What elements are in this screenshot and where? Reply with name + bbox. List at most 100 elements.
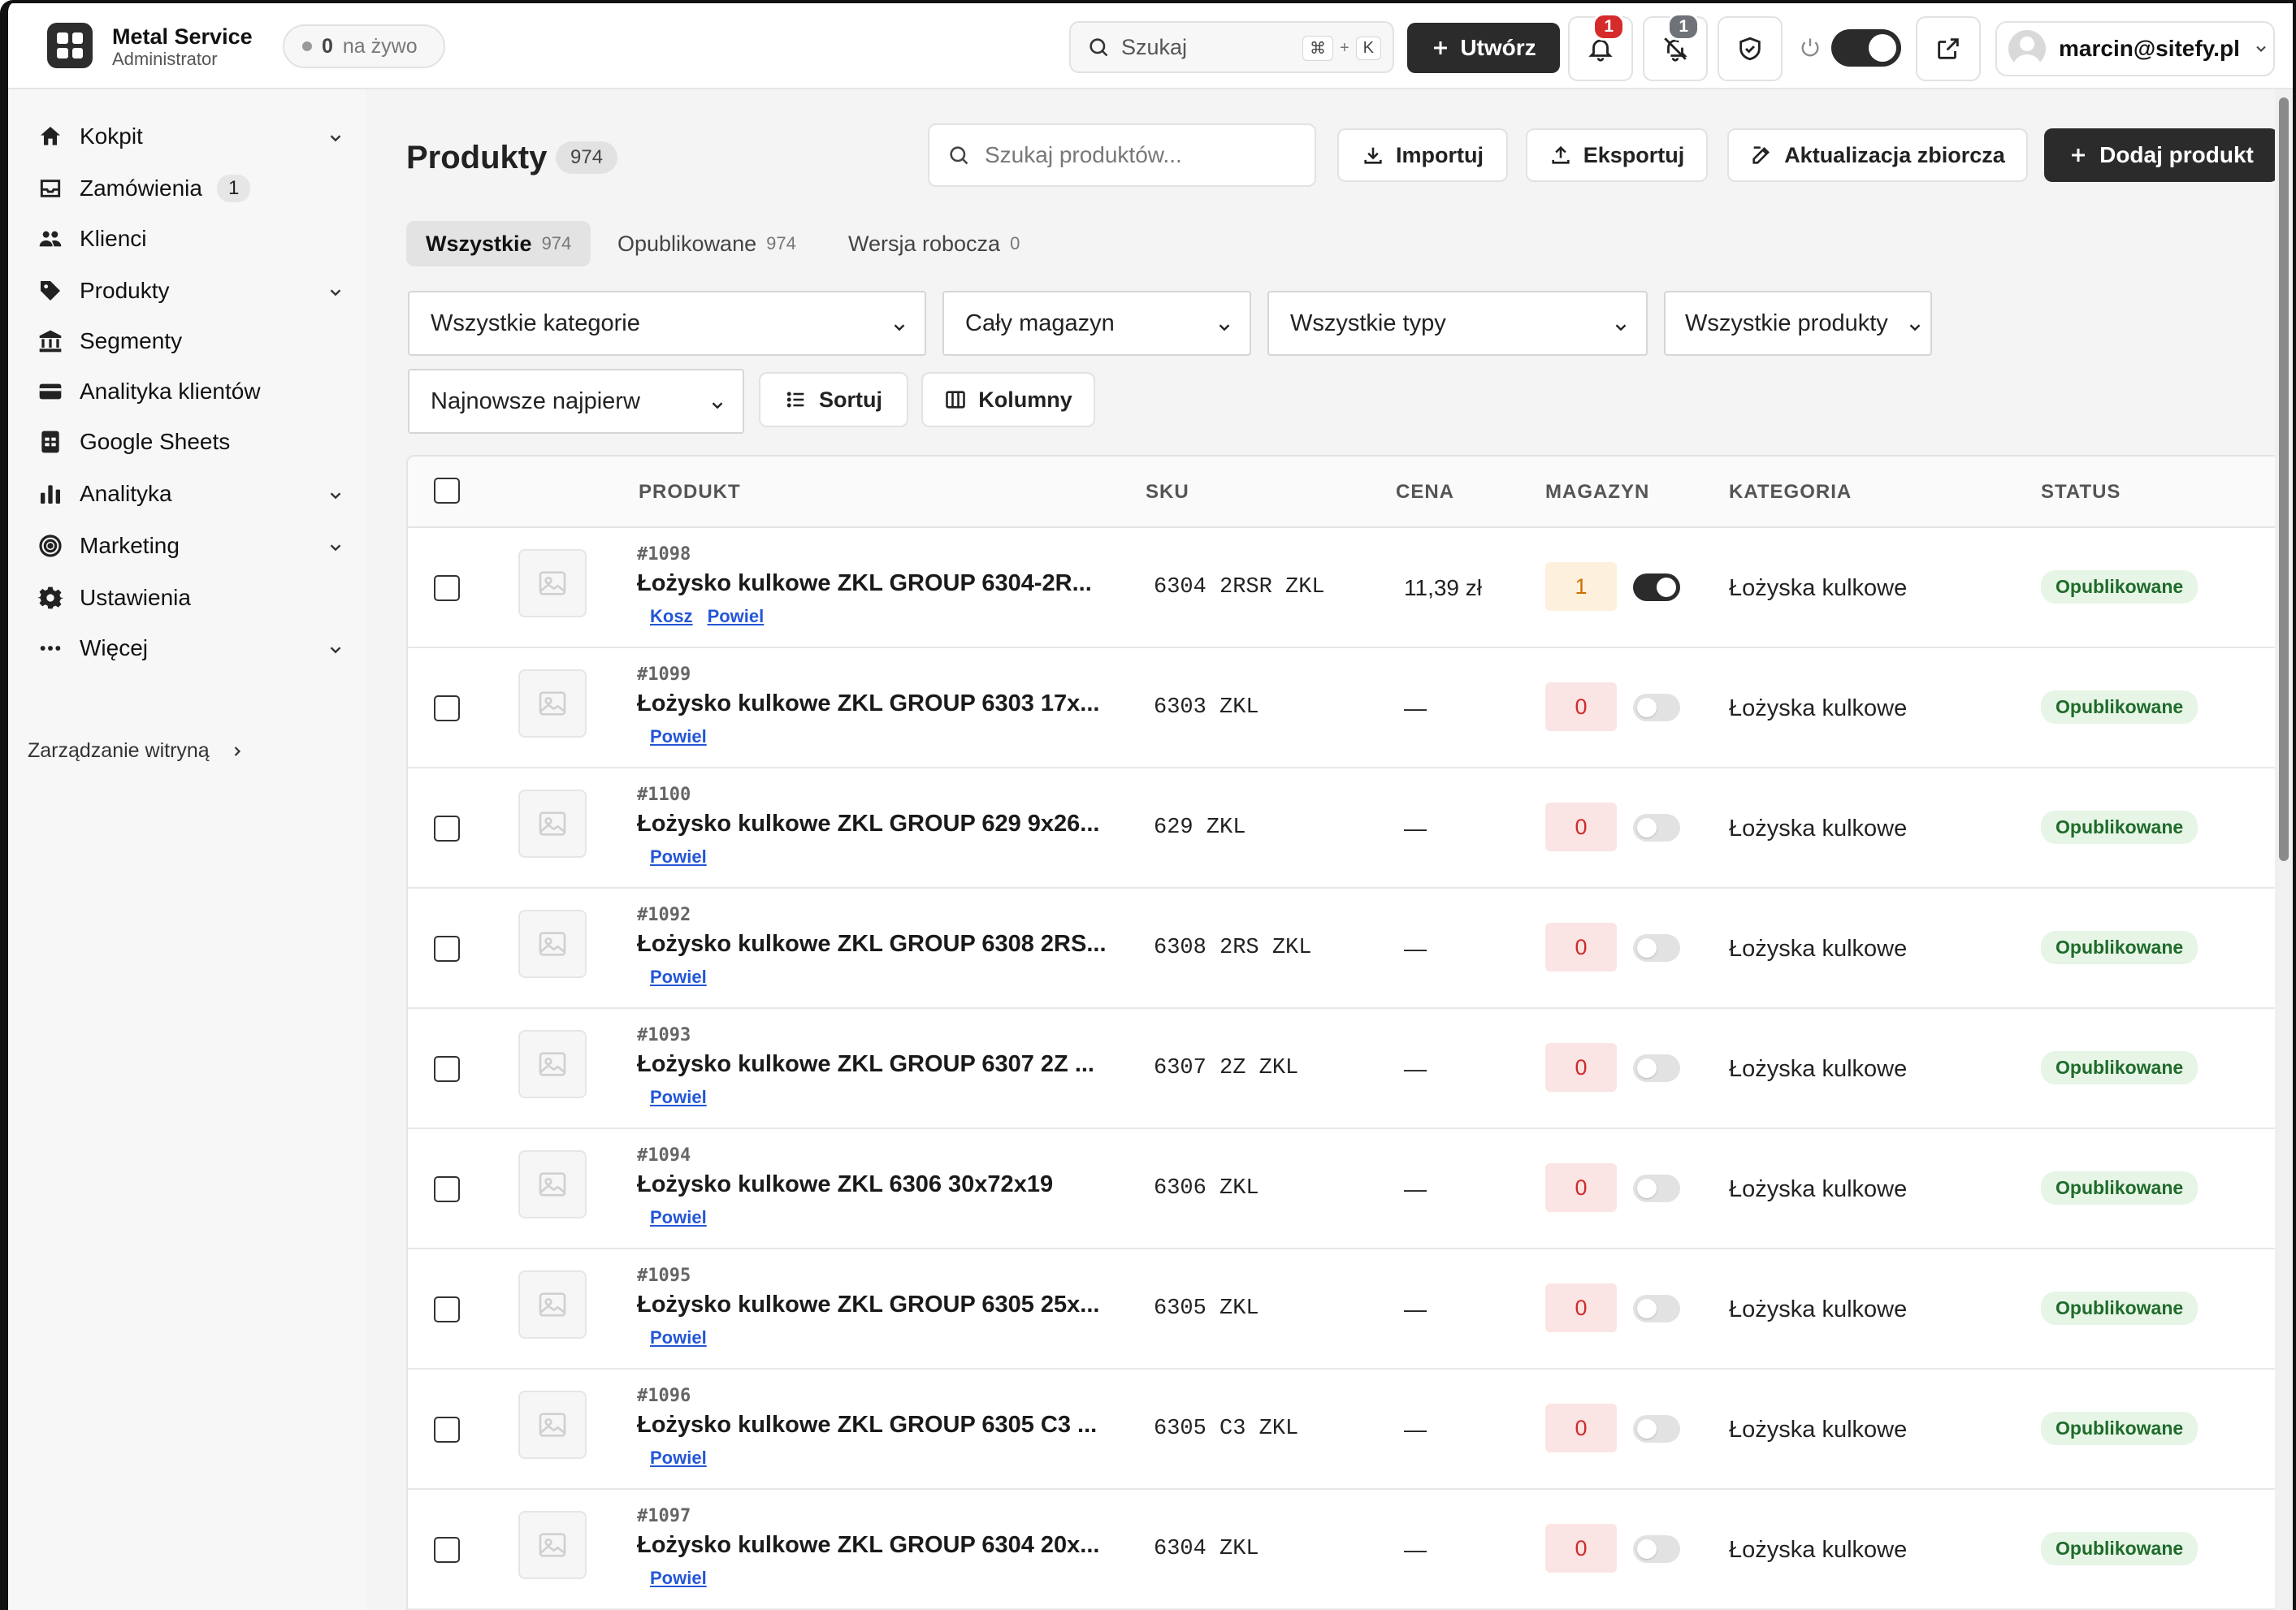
type-filter[interactable]: Wszystkie typy	[1267, 291, 1648, 356]
product-name[interactable]: Łożysko kulkowe ZKL GROUP 629 9x26...	[637, 811, 1099, 837]
product-thumbnail[interactable]	[518, 1391, 587, 1459]
row-action-link[interactable]: Powiel	[650, 967, 707, 988]
export-button[interactable]: Eksportuj	[1526, 128, 1708, 182]
product-name[interactable]: Łożysko kulkowe ZKL GROUP 6304-2R...	[637, 570, 1092, 597]
sidebar-item-kokpit[interactable]: Kokpit	[36, 115, 344, 158]
product-name[interactable]: Łożysko kulkowe ZKL GROUP 6304 20x...	[637, 1532, 1099, 1559]
product-thumbnail[interactable]	[518, 549, 587, 617]
chevron-down-icon[interactable]	[327, 638, 344, 664]
column-header-price[interactable]: CENA	[1396, 481, 1454, 504]
tab-published[interactable]: Opublikowane 974	[598, 221, 816, 266]
dark-mode-toggle[interactable]	[1831, 29, 1901, 67]
row-action-link[interactable]: Powiel	[650, 1327, 707, 1348]
sidebar-item-analityka[interactable]: Analityka	[36, 473, 344, 515]
table-row[interactable]: #1098 Łożysko kulkowe ZKL GROUP 6304-2R..…	[408, 528, 2293, 648]
stock-quantity[interactable]: 0	[1545, 1163, 1617, 1212]
stock-toggle[interactable]	[1633, 1054, 1680, 1082]
stock-quantity[interactable]: 0	[1545, 803, 1617, 851]
category-filter[interactable]: Wszystkie kategorie	[408, 291, 926, 356]
product-thumbnail[interactable]	[518, 790, 587, 858]
scrollbar-thumb[interactable]	[2279, 97, 2289, 861]
table-row[interactable]: #1095 Łożysko kulkowe ZKL GROUP 6305 25x.…	[408, 1249, 2293, 1370]
product-name[interactable]: Łożysko kulkowe ZKL GROUP 6305 25x...	[637, 1292, 1099, 1318]
stock-quantity[interactable]: 0	[1545, 923, 1617, 972]
row-action-link[interactable]: Powiel	[708, 606, 765, 627]
product-thumbnail[interactable]	[518, 669, 587, 738]
open-store-button[interactable]	[1916, 16, 1981, 81]
sidebar-item-zamówienia[interactable]: Zamówienia 1	[36, 167, 344, 210]
row-checkbox[interactable]	[434, 1537, 460, 1563]
stock-toggle[interactable]	[1633, 1295, 1680, 1322]
table-row[interactable]: #1093 Łożysko kulkowe ZKL GROUP 6307 2Z .…	[408, 1009, 2293, 1129]
product-thumbnail[interactable]	[518, 1030, 587, 1098]
stock-toggle[interactable]	[1633, 1175, 1680, 1202]
global-search[interactable]: Szukaj ⌘ + K	[1069, 21, 1394, 73]
page-scrollbar[interactable]	[2275, 89, 2293, 1610]
row-checkbox[interactable]	[434, 1296, 460, 1322]
table-row[interactable]: #1094 Łożysko kulkowe ZKL 6306 30x72x19 Po…	[408, 1129, 2293, 1249]
chevron-down-icon[interactable]	[327, 536, 344, 562]
row-action-link[interactable]: Powiel	[650, 1568, 707, 1589]
add-product-button[interactable]: Dodaj produkt	[2044, 128, 2278, 182]
column-header-category[interactable]: KATEGORIA	[1729, 481, 1852, 504]
column-header-status[interactable]: STATUS	[2041, 481, 2121, 504]
sidebar-item-ustawienia[interactable]: Ustawienia	[36, 577, 344, 619]
table-row[interactable]: #1096 Łożysko kulkowe ZKL GROUP 6305 C3 .…	[408, 1370, 2293, 1490]
stock-quantity[interactable]: 0	[1545, 682, 1617, 731]
bulk-update-button[interactable]: Aktualizacja zbiorcza	[1727, 128, 2028, 182]
row-checkbox[interactable]	[434, 695, 460, 721]
stock-quantity[interactable]: 1	[1545, 562, 1617, 611]
import-button[interactable]: Importuj	[1337, 128, 1508, 182]
row-checkbox[interactable]	[434, 1417, 460, 1443]
warehouse-filter[interactable]: Cały magazyn	[942, 291, 1251, 356]
chevron-down-icon[interactable]	[327, 127, 344, 153]
products-filter[interactable]: Wszystkie produkty	[1664, 291, 1932, 356]
stock-toggle[interactable]	[1633, 1535, 1680, 1563]
select-all-checkbox[interactable]	[434, 478, 460, 504]
stock-toggle[interactable]	[1633, 694, 1680, 721]
sidebar-item-klienci[interactable]: Klienci	[36, 218, 344, 260]
notifications-button[interactable]: 1	[1568, 13, 1633, 81]
tab-all[interactable]: Wszystkie 974	[406, 221, 591, 266]
product-thumbnail[interactable]	[518, 1511, 587, 1579]
product-search-input[interactable]: Szukaj produktów...	[928, 123, 1316, 187]
product-name[interactable]: Łożysko kulkowe ZKL GROUP 6303 17x...	[637, 690, 1099, 717]
row-action-link[interactable]: Kosz	[650, 606, 693, 627]
product-thumbnail[interactable]	[518, 910, 587, 978]
create-button[interactable]: Utwórz	[1407, 23, 1560, 73]
product-thumbnail[interactable]	[518, 1150, 587, 1218]
product-thumbnail[interactable]	[518, 1270, 587, 1339]
row-action-link[interactable]: Powiel	[650, 1207, 707, 1228]
tab-draft[interactable]: Wersja robocza 0	[829, 221, 1039, 266]
column-header-sku[interactable]: SKU	[1146, 481, 1189, 504]
row-checkbox[interactable]	[434, 1176, 460, 1202]
row-action-link[interactable]: Powiel	[650, 846, 707, 868]
stock-toggle[interactable]	[1633, 1415, 1680, 1443]
row-checkbox[interactable]	[434, 936, 460, 962]
table-row[interactable]: #1100 Łożysko kulkowe ZKL GROUP 629 9x26.…	[408, 768, 2293, 889]
sidebar-item-więcej[interactable]: Więcej	[36, 627, 344, 669]
product-name[interactable]: Łożysko kulkowe ZKL GROUP 6307 2Z ...	[637, 1051, 1094, 1078]
table-row[interactable]: #1099 Łożysko kulkowe ZKL GROUP 6303 17x.…	[408, 648, 2293, 768]
stock-quantity[interactable]: 0	[1545, 1524, 1617, 1573]
row-action-link[interactable]: Powiel	[650, 1448, 707, 1469]
table-row[interactable]: #1097 Łożysko kulkowe ZKL GROUP 6304 20x.…	[408, 1490, 2293, 1610]
row-checkbox[interactable]	[434, 575, 460, 601]
row-checkbox[interactable]	[434, 1056, 460, 1082]
column-header-product[interactable]: PRODUKT	[639, 481, 741, 504]
product-name[interactable]: Łożysko kulkowe ZKL 6306 30x72x19	[637, 1171, 1053, 1198]
muted-alerts-button[interactable]: 1	[1643, 13, 1708, 81]
chevron-down-icon[interactable]	[327, 484, 344, 510]
stock-toggle[interactable]	[1633, 814, 1680, 842]
site-management-link[interactable]: Zarządzanie witryną	[28, 739, 245, 763]
product-name[interactable]: Łożysko kulkowe ZKL GROUP 6308 2RS...	[637, 931, 1107, 958]
sidebar-item-analityka-klientów[interactable]: Analityka klientów	[36, 370, 344, 413]
user-menu[interactable]: marcin@sitefy.pl	[1995, 21, 2275, 76]
app-logo[interactable]	[47, 23, 93, 68]
row-action-link[interactable]: Powiel	[650, 726, 707, 747]
stock-toggle[interactable]	[1633, 573, 1680, 601]
columns-button[interactable]: Kolumny	[921, 372, 1095, 427]
product-name[interactable]: Łożysko kulkowe ZKL GROUP 6305 C3 ...	[637, 1412, 1097, 1439]
chevron-down-icon[interactable]	[327, 281, 344, 307]
security-button[interactable]	[1718, 16, 1783, 81]
